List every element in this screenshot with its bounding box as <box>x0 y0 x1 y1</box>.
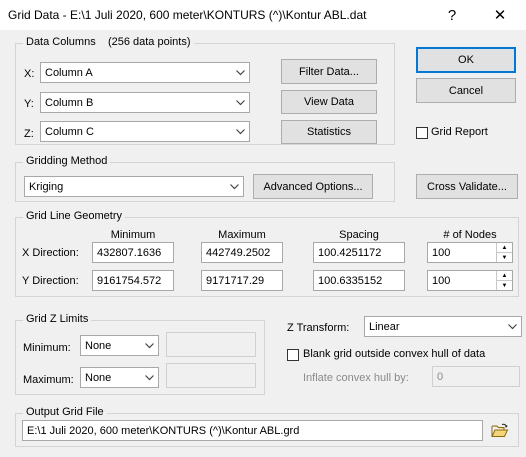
output-grid-file-input[interactable]: E:\1 Juli 2020, 600 meter\KONTURS (^)\Ko… <box>22 420 483 441</box>
z-transform-select[interactable]: Linear <box>364 316 522 337</box>
grid-report-label: Grid Report <box>431 126 488 138</box>
minimum-column-header: Minimum <box>110 229 156 241</box>
y-minimum-input[interactable]: 9161754.572 <box>92 270 174 291</box>
z-column-select[interactable]: Column C <box>40 121 250 142</box>
advanced-options-button[interactable]: Advanced Options... <box>253 174 373 199</box>
z-maximum-select[interactable]: None <box>80 367 159 388</box>
spin-up-icon[interactable]: ▲ <box>497 243 512 252</box>
inflate-hull-input[interactable]: 0 <box>432 366 520 387</box>
chevron-down-icon <box>140 374 158 381</box>
spin-down-icon[interactable]: ▼ <box>497 252 512 262</box>
data-points-count: (256 data points) <box>107 36 191 48</box>
x-column-select[interactable]: Column A <box>40 62 250 83</box>
y-column-select[interactable]: Column B <box>40 92 250 113</box>
grid-z-limits-group-label: Grid Z Limits <box>23 313 92 325</box>
spin-down-icon[interactable]: ▼ <box>497 280 512 290</box>
output-grid-file-group-label: Output Grid File <box>23 406 107 418</box>
grid-report-checkbox[interactable] <box>416 127 428 139</box>
y-direction-label: Y Direction: <box>22 275 79 287</box>
x-minimum-input[interactable]: 432807.1636 <box>92 242 174 263</box>
view-data-button[interactable]: View Data <box>281 90 377 114</box>
blank-outside-hull-label: Blank grid outside convex hull of data <box>303 348 486 360</box>
grid-line-geometry-group-label: Grid Line Geometry <box>23 210 125 222</box>
z-column-label: Z: <box>24 128 34 140</box>
z-maximum-value-input[interactable] <box>166 363 256 388</box>
z-transform-label: Z Transform: <box>287 322 350 334</box>
y-maximum-input[interactable]: 9171717.29 <box>201 270 283 291</box>
gridding-method-select[interactable]: Kriging <box>24 176 244 197</box>
x-spacing-input[interactable]: 100.4251172 <box>313 242 405 263</box>
z-minimum-select[interactable]: None <box>80 335 159 356</box>
maximum-column-header: Maximum <box>218 229 266 241</box>
blank-outside-hull-checkbox[interactable] <box>287 349 299 361</box>
inflate-hull-label: Inflate convex hull by: <box>303 372 409 384</box>
data-columns-group-label: Data Columns (256 data points) <box>23 36 194 48</box>
x-nodes-spinner[interactable]: ▲ ▼ <box>496 243 512 262</box>
x-nodes-value: 100 <box>432 246 451 259</box>
cancel-button[interactable]: Cancel <box>416 78 516 103</box>
close-button[interactable]: ✕ <box>480 2 520 28</box>
chevron-down-icon <box>231 99 249 106</box>
y-column-label: Y: <box>24 98 34 110</box>
open-folder-icon[interactable] <box>489 420 511 440</box>
statistics-button[interactable]: Statistics <box>281 120 377 144</box>
chevron-down-icon <box>503 323 521 330</box>
help-button[interactable]: ? <box>432 2 472 28</box>
chevron-down-icon <box>140 342 158 349</box>
z-maximum-label: Maximum: <box>23 374 74 386</box>
filter-data-button[interactable]: Filter Data... <box>281 59 377 84</box>
chevron-down-icon <box>231 69 249 76</box>
x-nodes-stepper[interactable]: 100 ▲ ▼ <box>427 242 513 263</box>
window-title: Grid Data - E:\1 Juli 2020, 600 meter\KO… <box>8 8 367 22</box>
x-direction-label: X Direction: <box>22 247 79 259</box>
spacing-column-header: Spacing <box>339 229 379 241</box>
cross-validate-button[interactable]: Cross Validate... <box>416 174 518 199</box>
chevron-down-icon <box>225 183 243 190</box>
ok-button[interactable]: OK <box>416 47 516 73</box>
chevron-down-icon <box>231 128 249 135</box>
close-icon: ✕ <box>493 7 507 24</box>
spin-up-icon[interactable]: ▲ <box>497 271 512 280</box>
x-column-label: X: <box>24 68 35 80</box>
z-minimum-label: Minimum: <box>23 342 71 354</box>
y-nodes-stepper[interactable]: 100 ▲ ▼ <box>427 270 513 291</box>
y-nodes-spinner[interactable]: ▲ ▼ <box>496 271 512 290</box>
x-maximum-input[interactable]: 442749.2502 <box>201 242 283 263</box>
nodes-column-header: # of Nodes <box>443 229 497 241</box>
z-minimum-value-input[interactable] <box>166 332 256 357</box>
y-nodes-value: 100 <box>432 274 451 287</box>
gridding-method-group-label: Gridding Method <box>23 155 111 167</box>
y-spacing-input[interactable]: 100.6335152 <box>313 270 405 291</box>
help-icon: ? <box>447 6 457 24</box>
